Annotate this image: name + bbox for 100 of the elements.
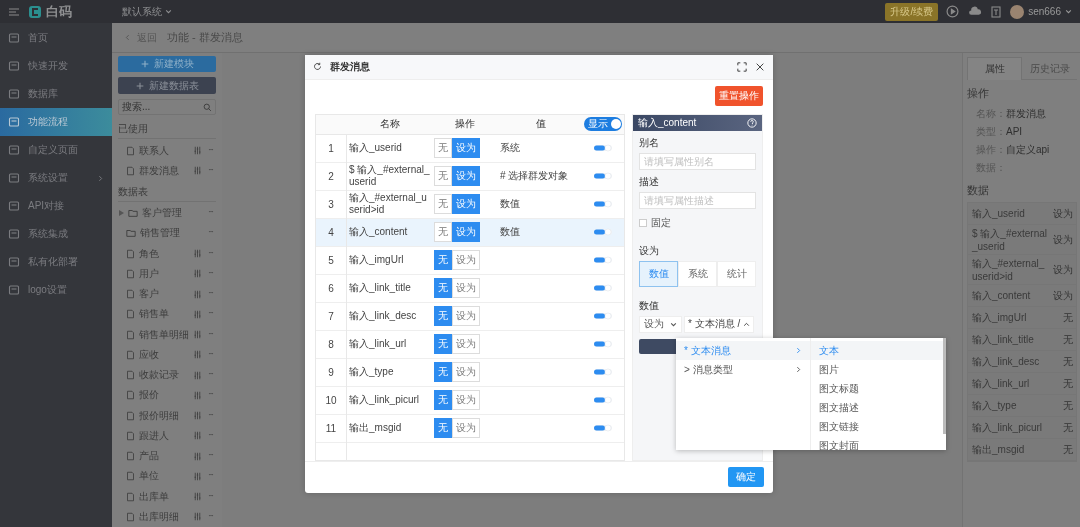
option-button[interactable]: 设为	[452, 166, 480, 187]
table-row[interactable]: 3 输入_#external_userid>id 无 设为 数值	[316, 190, 624, 219]
table-row[interactable]: 5 输入_imgUrl 无 设为	[316, 246, 624, 275]
more-icon[interactable]	[206, 231, 216, 236]
sliders-icon[interactable]	[193, 390, 202, 400]
sliders-icon[interactable]	[193, 411, 202, 421]
option-button[interactable]: 数值	[639, 260, 678, 287]
upgrade-badge[interactable]: 升级/续费	[885, 2, 939, 21]
option-button[interactable]: 设为	[452, 306, 480, 327]
option-button[interactable]: 系统	[678, 260, 717, 287]
tab[interactable]: 属性	[967, 57, 1022, 80]
sidebar-item[interactable]: 私有化部署	[0, 248, 112, 276]
menu-item[interactable]: 图文链接	[811, 417, 946, 436]
table-row[interactable]: 1 输入_userid 无 设为 系统	[316, 134, 624, 163]
scrollbar[interactable]	[943, 338, 946, 434]
sidebar-item[interactable]: 快速开发	[0, 52, 112, 80]
option-button[interactable]: 设为	[452, 222, 480, 243]
option-button[interactable]: 无	[434, 166, 452, 187]
more-icon[interactable]	[206, 332, 216, 337]
sidebar-item[interactable]: API对接	[0, 192, 112, 220]
menu-item[interactable]: 图片	[811, 360, 946, 379]
sliders-icon[interactable]	[193, 146, 202, 156]
toggle-switch[interactable]	[593, 284, 612, 293]
option-button[interactable]: 无	[434, 418, 452, 439]
more-icon[interactable]	[206, 168, 216, 173]
more-icon[interactable]	[206, 433, 216, 438]
search-field[interactable]: 搜索...	[118, 98, 216, 116]
option-button[interactable]: 无	[434, 390, 452, 411]
toggle-switch[interactable]	[593, 200, 612, 209]
cloud-icon[interactable]	[967, 5, 983, 18]
option-button[interactable]: 无	[434, 306, 452, 327]
option-button[interactable]: 无	[434, 278, 452, 299]
more-icon[interactable]	[206, 393, 216, 398]
option-button[interactable]: 无	[434, 222, 452, 243]
sidebar-item[interactable]: 首页	[0, 24, 112, 52]
more-icon[interactable]	[206, 373, 216, 378]
help-icon[interactable]	[747, 117, 757, 128]
sliders-icon[interactable]	[193, 249, 202, 259]
more-icon[interactable]	[206, 271, 216, 276]
menu-item[interactable]: 图文描述	[811, 398, 946, 417]
toggle-switch[interactable]	[593, 172, 612, 181]
table-row[interactable]: 4 输入_content 无 设为 数值	[316, 218, 624, 247]
more-icon[interactable]	[206, 148, 216, 153]
sliders-icon[interactable]	[193, 451, 202, 461]
module-item[interactable]: 用户	[118, 263, 216, 284]
sliders-icon[interactable]	[193, 269, 202, 279]
option-button[interactable]: 设为	[452, 390, 480, 411]
option-button[interactable]: 设为	[452, 334, 480, 355]
toggle-switch[interactable]	[593, 368, 612, 377]
menu-item[interactable]: 图文封面	[811, 436, 946, 450]
option-button[interactable]: 设为	[452, 138, 480, 159]
close-icon[interactable]	[755, 61, 765, 72]
sliders-icon[interactable]	[193, 370, 202, 380]
more-icon[interactable]	[206, 211, 216, 216]
system-selector[interactable]: 默认系统	[122, 4, 162, 19]
option-button[interactable]: 设为	[452, 250, 480, 271]
sliders-icon[interactable]	[193, 166, 202, 176]
table-row[interactable]: 10 输入_link_picurl 无 设为	[316, 386, 624, 415]
expand-arrow-icon[interactable]	[119, 210, 124, 217]
more-icon[interactable]	[206, 454, 216, 459]
module-item[interactable]: 角色	[118, 243, 216, 264]
module-item[interactable]: 销售管理	[118, 223, 216, 244]
toggle-switch[interactable]	[593, 340, 612, 349]
avatar[interactable]	[1010, 4, 1025, 19]
more-icon[interactable]	[206, 251, 216, 256]
toggle-switch[interactable]	[593, 424, 612, 433]
more-icon[interactable]	[206, 312, 216, 317]
module-item[interactable]: 联系人	[118, 140, 216, 161]
more-icon[interactable]	[206, 292, 216, 297]
sliders-icon[interactable]	[193, 309, 202, 319]
option-button[interactable]: 无	[434, 334, 452, 355]
toggle-switch[interactable]	[593, 256, 612, 265]
option-button[interactable]: 设为	[452, 278, 480, 299]
menu-item[interactable]: > 消息类型	[676, 360, 810, 379]
new-table-button[interactable]: 新建数据表	[118, 77, 216, 94]
sliders-icon[interactable]	[193, 431, 202, 441]
refresh-icon[interactable]	[313, 62, 322, 72]
option-button[interactable]: 无	[434, 138, 452, 159]
checkbox[interactable]	[639, 218, 647, 227]
sliders-icon[interactable]	[193, 330, 202, 340]
table-row[interactable]: 6 输入_link_title 无 设为	[316, 274, 624, 303]
menu-item[interactable]: 文本	[811, 341, 946, 360]
menu-icon[interactable]	[8, 5, 20, 18]
sliders-icon[interactable]	[193, 512, 202, 522]
more-icon[interactable]	[206, 494, 216, 499]
show-toggle[interactable]: 显示	[583, 117, 622, 132]
confirm-button[interactable]: 确定	[728, 467, 764, 488]
menu-item[interactable]: 图文标题	[811, 379, 946, 398]
sliders-icon[interactable]	[193, 350, 202, 360]
option-button[interactable]: 统计	[717, 260, 756, 287]
more-icon[interactable]	[206, 474, 216, 479]
sliders-icon[interactable]	[193, 492, 202, 502]
toggle-switch[interactable]	[593, 144, 612, 153]
play-icon[interactable]	[946, 5, 960, 18]
option-button[interactable]: 无	[434, 362, 452, 383]
value-select[interactable]: * 文本消息 /	[684, 315, 755, 333]
menu-item[interactable]: * 文本消息	[676, 341, 810, 360]
table-row[interactable]: 8 输入_link_url 无 设为	[316, 330, 624, 359]
sliders-icon[interactable]	[193, 289, 202, 299]
module-item[interactable]: 客户管理	[118, 202, 216, 224]
